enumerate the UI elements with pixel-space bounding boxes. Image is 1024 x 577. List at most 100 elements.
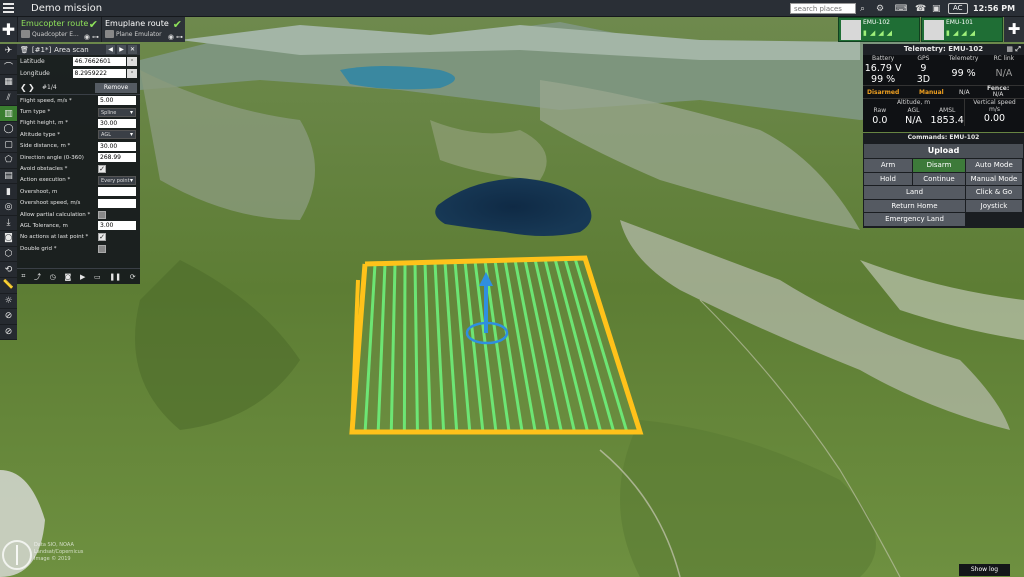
panel-header: 🗑 [#1*] Area scan ◀ ▶ ✕ bbox=[17, 44, 140, 55]
wait-action-icon[interactable]: ❚❚ bbox=[109, 273, 121, 281]
remove-button[interactable]: Remove bbox=[95, 82, 137, 93]
link-icon[interactable]: ⟲ bbox=[0, 262, 17, 278]
upload-button[interactable]: Upload bbox=[864, 144, 1023, 158]
camera-action-icon[interactable]: ◙ bbox=[64, 273, 71, 281]
video-action-icon[interactable]: ▶ bbox=[80, 273, 85, 281]
search-icon[interactable]: ⌕ bbox=[860, 2, 865, 15]
param-input[interactable]: 30.00 bbox=[98, 141, 136, 151]
next-arrow-icon[interactable]: ▶ bbox=[117, 45, 126, 54]
param-select[interactable]: Every point bbox=[98, 175, 136, 185]
arm-button[interactable]: Arm bbox=[864, 159, 912, 172]
prev-arrow-icon[interactable]: ◀ bbox=[106, 45, 115, 54]
prev-point-icon[interactable]: ❮ bbox=[20, 83, 28, 92]
map-copyright: Data SIO, NOAA Landsat/Copernicus Image … bbox=[34, 542, 84, 562]
continue-button[interactable]: Continue bbox=[913, 172, 965, 185]
land-button[interactable]: Land bbox=[864, 186, 965, 199]
longitude-label: Longitude bbox=[20, 70, 50, 77]
refresh-icon[interactable]: ⟳ bbox=[130, 273, 136, 281]
param-row: Allow partial calculation * bbox=[17, 209, 140, 220]
camera-icon[interactable]: ◙ bbox=[0, 231, 17, 247]
gimbal-action-icon[interactable]: ▭ bbox=[94, 273, 101, 281]
no-fly-zone-icon[interactable]: ⊘ bbox=[0, 309, 17, 325]
disarm-button[interactable]: Disarm bbox=[913, 159, 965, 172]
next-point-icon[interactable]: ❯ bbox=[28, 83, 36, 92]
vehicle-card-emu101[interactable]: EMU-101 ▮ ◢ ◢ ◢ bbox=[921, 17, 1003, 42]
add-vehicle-button[interactable]: ✚ bbox=[1004, 17, 1024, 42]
perimeter-icon[interactable]: ⬠ bbox=[0, 153, 17, 169]
add-route-button[interactable]: ✚ bbox=[0, 17, 17, 42]
vehicle-card-emu102[interactable]: EMU-102 ▮ ◢ ◢ ◢ bbox=[838, 17, 920, 42]
microphone-icon[interactable]: ☎ bbox=[915, 2, 926, 15]
vertical-scan-icon[interactable]: ▮ bbox=[0, 184, 17, 200]
signal-icon: ◢ bbox=[869, 29, 876, 37]
ruler-icon[interactable]: 📏 bbox=[0, 278, 17, 294]
area-scan-icon[interactable]: ▥ bbox=[0, 106, 17, 122]
param-row: Overshoot, m bbox=[17, 186, 140, 197]
trash-icon[interactable]: 🗑 bbox=[20, 46, 29, 54]
close-icon[interactable]: ✕ bbox=[128, 45, 137, 54]
circle-icon[interactable]: ◯ bbox=[0, 122, 17, 138]
hold-button[interactable]: Hold bbox=[864, 172, 912, 185]
param-select[interactable]: Spline bbox=[98, 107, 136, 117]
agl-label: AGL bbox=[907, 107, 920, 114]
param-input[interactable]: 268.99 bbox=[98, 153, 136, 163]
latitude-input[interactable]: 46.7662601 bbox=[72, 57, 127, 66]
rc-link-value: N/A bbox=[995, 68, 1013, 79]
waypoint-icon[interactable]: ⌒ bbox=[0, 60, 17, 76]
keyboard-icon[interactable]: ⌨ bbox=[892, 2, 910, 15]
joystick-button[interactable]: Joystick bbox=[966, 199, 1022, 212]
grid-icon[interactable]: ▦ bbox=[0, 75, 17, 91]
return-home-button[interactable]: Return Home bbox=[864, 199, 965, 212]
notification-icon[interactable]: ▣ bbox=[932, 2, 941, 15]
drone-icon bbox=[841, 20, 861, 40]
emergency-land-button[interactable]: Emergency Land bbox=[864, 213, 965, 226]
mission-title: Demo mission bbox=[31, 2, 103, 14]
photogrammetry-icon[interactable]: ▤ bbox=[0, 169, 17, 185]
auto-mode-button[interactable]: Auto Mode bbox=[966, 159, 1022, 172]
share-icon[interactable]: ⊶ bbox=[92, 33, 99, 41]
corridor-icon[interactable]: ⫽ bbox=[0, 91, 17, 107]
spiral-icon[interactable]: ◎ bbox=[0, 200, 17, 216]
param-input[interactable]: 3.00 bbox=[98, 221, 136, 231]
param-label: Altitude type * bbox=[20, 131, 61, 138]
param-input[interactable]: 5.00 bbox=[98, 96, 136, 106]
search-input[interactable] bbox=[790, 3, 856, 14]
sun-icon[interactable]: ☼ bbox=[0, 294, 17, 310]
share-icon[interactable]: ⊶ bbox=[176, 33, 183, 41]
settings-icon[interactable]: ⚙ bbox=[876, 2, 884, 15]
eye-icon[interactable]: ◉ bbox=[84, 33, 90, 41]
polygon-icon[interactable]: ⬡ bbox=[0, 247, 17, 263]
speed-action-icon[interactable]: ◷ bbox=[50, 273, 56, 281]
longitude-input[interactable]: 8.2959222 bbox=[72, 69, 127, 78]
ac-badge[interactable]: AC bbox=[948, 3, 968, 14]
compass-icon[interactable] bbox=[2, 540, 32, 570]
menu-icon[interactable] bbox=[0, 0, 17, 17]
restricted-icon[interactable]: ⊘ bbox=[0, 325, 17, 341]
takeoff-icon[interactable]: ✈ bbox=[0, 44, 17, 60]
expand-icon[interactable]: ⤢ bbox=[1015, 45, 1021, 53]
route-card-emuplane[interactable]: Emuplane route Plane Emulator ✔ ◉ ⊶ bbox=[101, 17, 185, 42]
param-select[interactable]: AGL bbox=[98, 130, 136, 140]
param-checkbox[interactable]: ✓ bbox=[98, 233, 106, 242]
show-log-button[interactable]: Show log bbox=[959, 564, 1010, 576]
eye-icon[interactable]: ◉ bbox=[168, 33, 174, 41]
facade-icon[interactable]: ▢ bbox=[0, 138, 17, 154]
param-input[interactable] bbox=[98, 187, 136, 197]
land-icon[interactable]: ⤓ bbox=[0, 216, 17, 232]
unit-toggle[interactable]: ° bbox=[127, 69, 137, 78]
unit-toggle[interactable]: ° bbox=[127, 57, 137, 66]
param-row: Overshoot speed, m/s bbox=[17, 198, 140, 209]
layout-icon[interactable]: ▦ bbox=[1006, 45, 1013, 53]
scan-icon[interactable]: ⌗ bbox=[21, 272, 25, 281]
param-checkbox[interactable] bbox=[98, 210, 106, 219]
takeoff-action-icon[interactable]: ⤴ bbox=[34, 272, 41, 282]
param-input[interactable]: 30.00 bbox=[98, 118, 136, 128]
param-checkbox[interactable]: ✓ bbox=[98, 165, 106, 174]
raw-label: Raw bbox=[873, 107, 887, 114]
manual-mode-button[interactable]: Manual Mode bbox=[966, 172, 1022, 185]
check-icon: ✔ bbox=[88, 18, 98, 31]
param-checkbox[interactable] bbox=[98, 244, 106, 253]
route-card-emucopter[interactable]: Emucopter route Quadcopter E... ✔ ◉ ⊶ bbox=[17, 17, 101, 42]
click-go-button[interactable]: Click & Go bbox=[966, 186, 1022, 199]
param-input[interactable] bbox=[98, 198, 136, 208]
